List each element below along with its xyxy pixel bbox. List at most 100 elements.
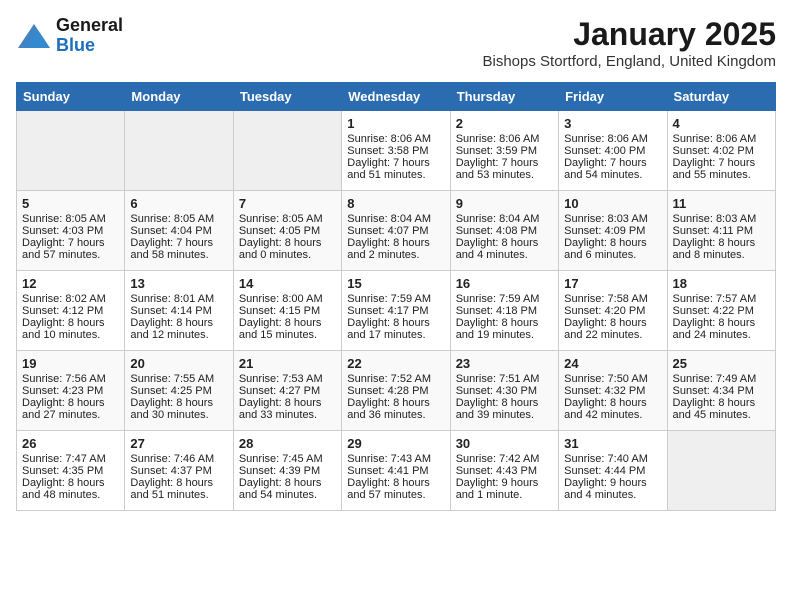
title-block: January 2025 Bishops Stortford, England,… (482, 16, 776, 70)
day-info: Daylight: 8 hours and 24 minutes. (673, 317, 770, 341)
day-info: Sunrise: 7:40 AM (564, 453, 661, 465)
day-info: Sunset: 4:41 PM (347, 465, 444, 477)
day-number: 21 (239, 356, 336, 371)
day-cell: 26Sunrise: 7:47 AMSunset: 4:35 PMDayligh… (17, 431, 125, 511)
day-cell: 12Sunrise: 8:02 AMSunset: 4:12 PMDayligh… (17, 271, 125, 351)
day-info: Sunrise: 7:45 AM (239, 453, 336, 465)
day-cell: 10Sunrise: 8:03 AMSunset: 4:09 PMDayligh… (559, 191, 667, 271)
day-info: Daylight: 8 hours and 51 minutes. (130, 477, 227, 501)
day-info: Sunrise: 7:42 AM (456, 453, 553, 465)
day-info: Daylight: 8 hours and 30 minutes. (130, 397, 227, 421)
day-info: Sunset: 4:39 PM (239, 465, 336, 477)
day-info: Sunrise: 7:49 AM (673, 373, 770, 385)
day-cell: 15Sunrise: 7:59 AMSunset: 4:17 PMDayligh… (342, 271, 450, 351)
day-info: Sunrise: 7:57 AM (673, 293, 770, 305)
day-info: Daylight: 7 hours and 51 minutes. (347, 157, 444, 181)
day-info: Daylight: 8 hours and 15 minutes. (239, 317, 336, 341)
day-info: Sunset: 4:32 PM (564, 385, 661, 397)
logo-icon (16, 22, 52, 50)
day-info: Daylight: 8 hours and 42 minutes. (564, 397, 661, 421)
day-info: Sunrise: 7:52 AM (347, 373, 444, 385)
day-cell: 24 Sunrise: 7:50 AMSunset: 4:32 PMDayligh… (559, 351, 667, 431)
day-cell: 28Sunrise: 7:45 AMSunset: 4:39 PMDayligh… (233, 431, 341, 511)
day-info: Sunrise: 8:02 AM (22, 293, 119, 305)
week-row-2: 12Sunrise: 8:02 AMSunset: 4:12 PMDayligh… (17, 271, 776, 351)
day-number: 13 (130, 276, 227, 291)
day-info: Sunset: 4:18 PM (456, 305, 553, 317)
day-info: Sunset: 4:14 PM (130, 305, 227, 317)
day-info: Sunrise: 7:58 AM (564, 293, 661, 305)
day-info: Sunset: 4:17 PM (347, 305, 444, 317)
day-info: Daylight: 8 hours and 10 minutes. (22, 317, 119, 341)
day-info: Daylight: 9 hours and 4 minutes. (564, 477, 661, 501)
day-number: 29 (347, 436, 444, 451)
day-number: 4 (673, 116, 770, 131)
day-cell: 4 Sunrise: 8:06 AMSunset: 4:02 PMDaylight… (667, 111, 775, 191)
day-number: 10 (564, 196, 661, 211)
day-info: Sunrise: 8:06 AM (673, 133, 770, 145)
day-info: Daylight: 8 hours and 39 minutes. (456, 397, 553, 421)
day-number: 9 (456, 196, 553, 211)
day-info: Daylight: 8 hours and 2 minutes. (347, 237, 444, 261)
logo-line2: Blue (56, 36, 123, 56)
day-info: Sunset: 4:08 PM (456, 225, 553, 237)
week-row-0: 1Sunrise: 8:06 AMSunset: 3:58 PMDaylight… (17, 111, 776, 191)
day-number: 16 (456, 276, 553, 291)
day-info: Sunset: 4:20 PM (564, 305, 661, 317)
day-info: Daylight: 8 hours and 36 minutes. (347, 397, 444, 421)
day-cell: 2Sunrise: 8:06 AMSunset: 3:59 PMDaylight… (450, 111, 558, 191)
day-cell: 22Sunrise: 7:52 AMSunset: 4:28 PMDayligh… (342, 351, 450, 431)
day-info: Sunset: 4:34 PM (673, 385, 770, 397)
day-number: 22 (347, 356, 444, 371)
day-info: Sunrise: 8:00 AM (239, 293, 336, 305)
day-info: Sunset: 4:23 PM (22, 385, 119, 397)
day-info: Sunrise: 7:55 AM (130, 373, 227, 385)
day-info: Sunrise: 8:04 AM (456, 213, 553, 225)
day-cell: 13Sunrise: 8:01 AMSunset: 4:14 PMDayligh… (125, 271, 233, 351)
day-info: Sunrise: 7:46 AM (130, 453, 227, 465)
day-info: Sunset: 4:44 PM (564, 465, 661, 477)
weekday-header-monday: Monday (125, 83, 233, 111)
weekday-header-sunday: Sunday (17, 83, 125, 111)
day-number: 2 (456, 116, 553, 131)
day-number: 12 (22, 276, 119, 291)
day-number: 5 (22, 196, 119, 211)
day-number: 24 (564, 356, 661, 371)
logo: General Blue (16, 16, 123, 56)
day-number: 28 (239, 436, 336, 451)
day-info: Sunset: 4:02 PM (673, 145, 770, 157)
day-info: Sunrise: 7:56 AM (22, 373, 119, 385)
day-info: Sunset: 4:37 PM (130, 465, 227, 477)
day-info: Sunset: 4:00 PM (564, 145, 661, 157)
day-number: 3 (564, 116, 661, 131)
day-info: Sunrise: 8:01 AM (130, 293, 227, 305)
day-info: Daylight: 8 hours and 0 minutes. (239, 237, 336, 261)
day-info: Sunset: 4:35 PM (22, 465, 119, 477)
day-cell (17, 111, 125, 191)
day-number: 14 (239, 276, 336, 291)
day-number: 31 (564, 436, 661, 451)
week-row-1: 5Sunrise: 8:05 AMSunset: 4:03 PMDaylight… (17, 191, 776, 271)
day-info: Sunrise: 7:59 AM (456, 293, 553, 305)
day-number: 19 (22, 356, 119, 371)
day-info: Sunrise: 8:06 AM (347, 133, 444, 145)
day-cell: 6Sunrise: 8:05 AMSunset: 4:04 PMDaylight… (125, 191, 233, 271)
day-info: Sunrise: 8:05 AM (239, 213, 336, 225)
day-cell (125, 111, 233, 191)
day-info: Sunrise: 7:50 AM (564, 373, 661, 385)
day-number: 26 (22, 436, 119, 451)
week-row-4: 26Sunrise: 7:47 AMSunset: 4:35 PMDayligh… (17, 431, 776, 511)
day-info: Daylight: 8 hours and 22 minutes. (564, 317, 661, 341)
day-info: Daylight: 9 hours and 1 minute. (456, 477, 553, 501)
day-info: Sunset: 4:03 PM (22, 225, 119, 237)
day-cell (667, 431, 775, 511)
day-info: Sunset: 4:09 PM (564, 225, 661, 237)
day-info: Daylight: 7 hours and 55 minutes. (673, 157, 770, 181)
day-info: Daylight: 8 hours and 19 minutes. (456, 317, 553, 341)
calendar-table: SundayMondayTuesdayWednesdayThursdayFrid… (16, 82, 776, 511)
day-info: Sunset: 3:59 PM (456, 145, 553, 157)
weekday-header-wednesday: Wednesday (342, 83, 450, 111)
day-cell: 1Sunrise: 8:06 AMSunset: 3:58 PMDaylight… (342, 111, 450, 191)
day-info: Daylight: 7 hours and 57 minutes. (22, 237, 119, 261)
day-info: Sunrise: 8:04 AM (347, 213, 444, 225)
